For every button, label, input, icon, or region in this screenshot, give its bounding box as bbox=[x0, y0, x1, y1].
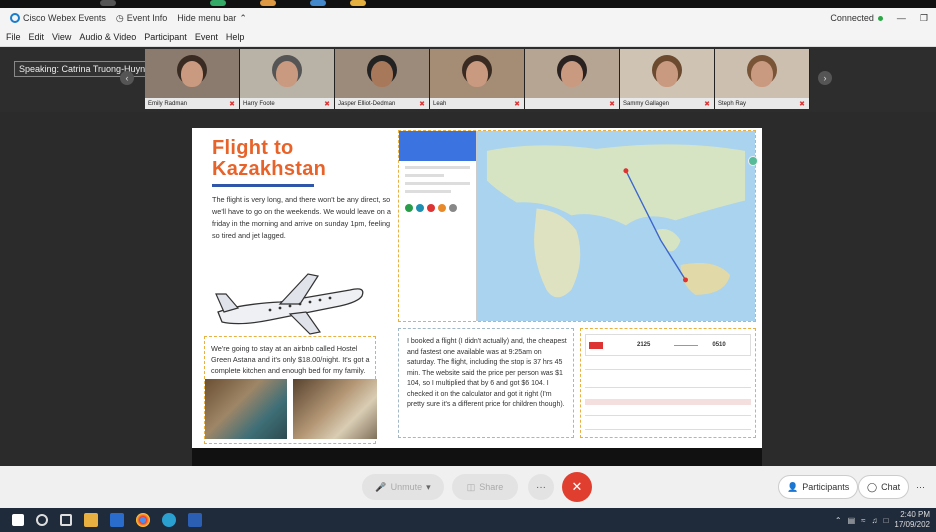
flight-text: I booked a flight (I didn't actually) an… bbox=[407, 338, 567, 408]
participant-name: Sammy Gallagen bbox=[623, 100, 670, 107]
world-map bbox=[477, 131, 755, 321]
menu-bar: File Edit View Audio & Video Participant… bbox=[0, 28, 936, 47]
event-info-button[interactable]: ◷ Event Info bbox=[116, 13, 167, 24]
hide-menu-bar-button[interactable]: Hide menu bar ⌃ bbox=[177, 13, 247, 24]
slide-bottom-bar bbox=[192, 448, 762, 466]
video-thumbnail[interactable]: Harry Foote ✖ bbox=[240, 49, 335, 109]
speaking-indicator: Speaking: Catrina Truong-Huynh bbox=[14, 61, 156, 77]
hostel-text: We're going to stay at an airbnb called … bbox=[211, 344, 370, 375]
webex-taskbar-icon[interactable] bbox=[162, 513, 176, 527]
search-icon[interactable] bbox=[36, 514, 48, 526]
chrome-icon[interactable] bbox=[136, 513, 150, 527]
participant-name: Harry Foote bbox=[243, 100, 275, 107]
share-icon: ◫ bbox=[466, 481, 476, 492]
notification-icon[interactable]: □ bbox=[884, 516, 889, 525]
volume-icon[interactable]: ♫ bbox=[872, 516, 878, 525]
video-thumbnail[interactable]: Emily Radman ✖ bbox=[145, 49, 240, 109]
wifi-icon[interactable]: ≈ bbox=[861, 516, 865, 525]
mic-muted-icon: ✖ bbox=[704, 100, 710, 108]
video-thumbnails: Emily Radman ✖ Harry Foote ✖ Jasper Elliot… bbox=[145, 49, 810, 109]
chat-button[interactable]: ◯ Chat bbox=[858, 475, 910, 499]
map-directions-panel bbox=[399, 131, 477, 321]
unmute-button[interactable]: 🎤 Unmute ▾ bbox=[362, 474, 444, 500]
clock[interactable]: 2:40 PM 17/09/202 bbox=[894, 510, 930, 530]
menu-view[interactable]: View bbox=[52, 32, 71, 42]
title-bar: Cisco Webex Events ◷ Event Info Hide men… bbox=[0, 8, 936, 28]
desktop-strip bbox=[0, 0, 936, 8]
video-thumbnail[interactable]: Sammy Gallagen ✖ bbox=[620, 49, 715, 109]
strip-prev-button[interactable]: ‹ bbox=[120, 71, 134, 85]
share-button[interactable]: ◫ Share bbox=[452, 474, 518, 500]
menu-edit[interactable]: Edit bbox=[29, 32, 45, 42]
slide-title: Flight to Kazakhstan bbox=[212, 137, 327, 180]
chevron-up-icon: ⌃ bbox=[239, 12, 247, 23]
file-explorer-icon[interactable] bbox=[84, 513, 98, 527]
system-tray: ⌃ ▤ ≈ ♫ □ 2:40 PM 17/09/202 bbox=[835, 510, 930, 530]
airplane-illustration bbox=[215, 273, 364, 335]
menu-audio-video[interactable]: Audio & Video bbox=[79, 32, 136, 42]
app-title: Cisco Webex Events bbox=[10, 13, 106, 23]
minimize-button[interactable]: — bbox=[897, 13, 906, 23]
chat-bubble-icon: ◯ bbox=[867, 481, 878, 492]
windows-start-icon[interactable] bbox=[12, 514, 24, 526]
participant-name: Leah bbox=[433, 100, 447, 107]
flight-map-screenshot bbox=[398, 130, 756, 322]
hostel-photo-room bbox=[205, 379, 287, 439]
restore-button[interactable]: ❐ bbox=[920, 13, 928, 24]
video-thumbnail[interactable]: Steph Ray ✖ bbox=[715, 49, 810, 109]
meeting-controls: 🎤 Unmute ▾ ◫ Share ··· ✕ 👤 Participants … bbox=[0, 466, 936, 508]
hostel-photo-lounge bbox=[293, 379, 377, 439]
participant-name: Emily Radman bbox=[148, 100, 188, 107]
mic-muted-icon: ✖ bbox=[514, 100, 520, 108]
microphone-icon: 🎤 bbox=[375, 481, 387, 492]
itinerary-summary: 2125 0510 bbox=[585, 334, 751, 356]
strip-next-button[interactable]: › bbox=[818, 71, 832, 85]
end-meeting-button[interactable]: ✕ bbox=[562, 472, 592, 502]
webex-logo-icon bbox=[10, 13, 20, 23]
menu-file[interactable]: File bbox=[6, 32, 21, 42]
shared-content-area: Flight to Kazakhstan The flight is very … bbox=[0, 112, 936, 466]
participants-button[interactable]: 👤 Participants bbox=[778, 475, 859, 499]
menu-participant[interactable]: Participant bbox=[144, 32, 187, 42]
mic-muted-icon: ✖ bbox=[799, 100, 805, 108]
mic-muted-icon: ✖ bbox=[419, 100, 425, 108]
status-dot-icon bbox=[877, 16, 883, 21]
video-thumbnail[interactable]: ✖ bbox=[525, 49, 620, 109]
hostel-box: We're going to stay at an airbnb called … bbox=[204, 336, 377, 444]
shared-slide: Flight to Kazakhstan The flight is very … bbox=[192, 128, 762, 448]
mic-muted-icon: ✖ bbox=[609, 100, 615, 108]
participant-strip: Speaking: Catrina Truong-Huynh ‹ Emily R… bbox=[0, 47, 936, 112]
flight-itinerary-screenshot: 2125 0510 bbox=[580, 328, 756, 438]
airline-logo-icon bbox=[589, 341, 603, 349]
video-thumbnail[interactable]: Jasper Elliot-Dedman ✖ bbox=[335, 49, 430, 109]
panel-toggle-icon[interactable] bbox=[748, 156, 758, 166]
menu-event[interactable]: Event bbox=[195, 32, 218, 42]
clock-icon: ◷ bbox=[115, 12, 124, 23]
person-icon: 👤 bbox=[787, 481, 799, 492]
mic-muted-icon: ✖ bbox=[324, 100, 330, 108]
flight-booking-box: I booked a flight (I didn't actually) an… bbox=[398, 328, 574, 438]
participant-name: Steph Ray bbox=[718, 100, 747, 107]
panel-menu-button[interactable]: ··· bbox=[912, 475, 929, 499]
task-view-icon[interactable] bbox=[60, 514, 72, 526]
word-icon[interactable] bbox=[188, 513, 202, 527]
outlook-icon[interactable] bbox=[110, 513, 124, 527]
menu-help[interactable]: Help bbox=[226, 32, 245, 42]
participant-name: Jasper Elliot-Dedman bbox=[338, 100, 396, 107]
windows-taskbar: ⌃ ▤ ≈ ♫ □ 2:40 PM 17/09/202 bbox=[0, 508, 936, 532]
tray-chevron-icon[interactable]: ⌃ bbox=[835, 516, 842, 525]
title-underline bbox=[212, 184, 314, 187]
video-thumbnail[interactable]: Leah ✖ bbox=[430, 49, 525, 109]
chevron-down-icon: ▾ bbox=[426, 481, 431, 492]
network-icon[interactable]: ▤ bbox=[848, 516, 856, 525]
more-options-button[interactable]: ··· bbox=[528, 474, 554, 500]
slide-intro-text: The flight is very long, and there won't… bbox=[212, 195, 391, 240]
mic-muted-icon: ✖ bbox=[229, 100, 235, 108]
connection-status: Connected bbox=[830, 13, 883, 23]
